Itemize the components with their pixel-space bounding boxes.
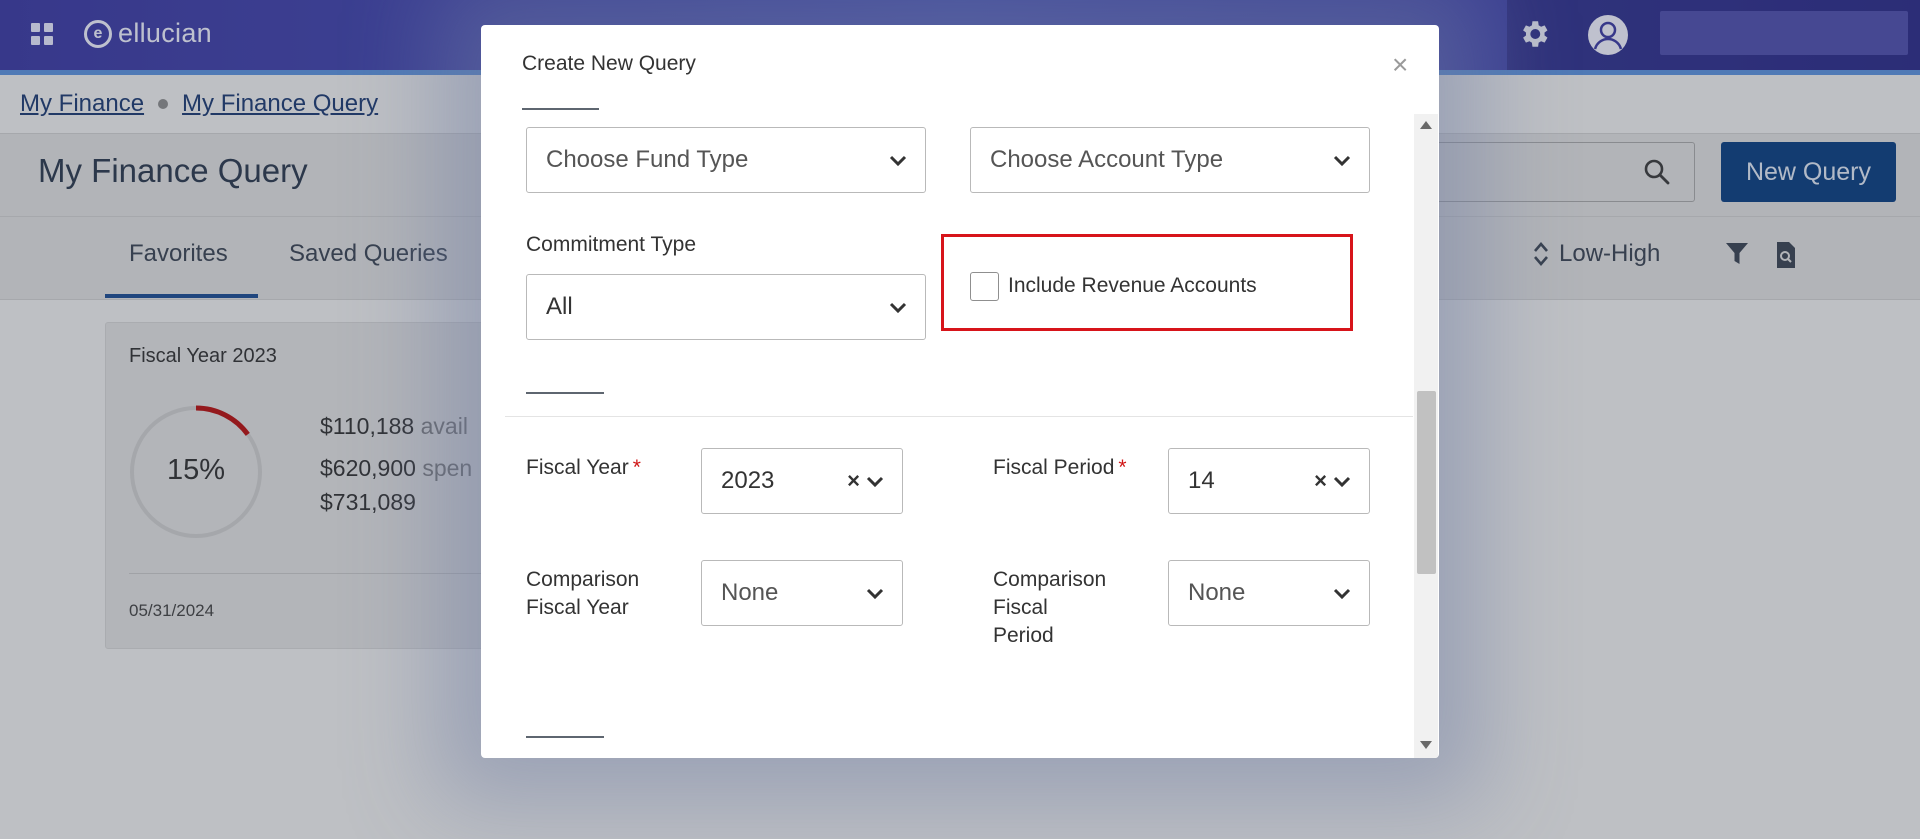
fiscal-year-select[interactable]: 2023 × (701, 448, 903, 514)
comparison-fiscal-year-value: None (721, 579, 779, 606)
fund-type-select[interactable]: Choose Fund Type (526, 127, 926, 193)
fiscal-year-value: 2023 (721, 467, 775, 494)
required-marker: * (632, 456, 641, 479)
scroll-up-arrow-icon[interactable] (1420, 121, 1432, 129)
comparison-fiscal-year-select[interactable]: None (701, 560, 903, 626)
fiscal-year-label: Fiscal Year * (526, 454, 641, 482)
modal-title: Create New Query (522, 52, 696, 75)
comparison-fiscal-period-label: Comparison Fiscal Period (993, 566, 1106, 650)
clear-icon[interactable]: × (847, 468, 860, 494)
section-rule (522, 108, 599, 110)
include-revenue-label[interactable]: Include Revenue Accounts (1008, 274, 1257, 298)
commitment-type-label: Commitment Type (526, 233, 696, 256)
account-type-select[interactable]: Choose Account Type (970, 127, 1370, 193)
comparison-fiscal-period-label-line3: Period (993, 624, 1054, 647)
fund-type-placeholder: Choose Fund Type (546, 146, 749, 173)
scroll-down-arrow-icon[interactable] (1420, 741, 1432, 749)
comparison-fiscal-period-label-line2: Fiscal (993, 596, 1048, 619)
fiscal-period-value: 14 (1188, 467, 1215, 494)
chevron-down-icon (889, 155, 907, 167)
required-marker: * (1118, 456, 1127, 479)
fiscal-year-label-text: Fiscal Year (526, 456, 629, 479)
chevron-down-icon (866, 476, 884, 488)
chevron-down-icon (1333, 155, 1351, 167)
fiscal-period-select[interactable]: 14 × (1168, 448, 1370, 514)
fiscal-period-label-text: Fiscal Period (993, 456, 1115, 479)
chevron-down-icon (889, 302, 907, 314)
chevron-down-icon (866, 588, 884, 600)
create-new-query-modal: Create New Query × Choose Fund Type Choo… (481, 25, 1439, 758)
include-revenue-checkbox[interactable] (970, 272, 999, 301)
comparison-fiscal-year-label-line1: Comparison (526, 568, 640, 591)
chevron-down-icon (1333, 588, 1351, 600)
scrollbar-thumb[interactable] (1417, 391, 1436, 574)
clear-icon[interactable]: × (1314, 468, 1327, 494)
commitment-type-value: All (546, 293, 573, 320)
commitment-type-select[interactable]: All (526, 274, 926, 340)
account-type-placeholder: Choose Account Type (990, 146, 1224, 173)
section-divider (505, 416, 1413, 417)
comparison-fiscal-period-value: None (1188, 579, 1246, 606)
section-rule (526, 392, 604, 394)
comparison-fiscal-period-label-line1: Comparison (993, 568, 1107, 591)
fiscal-period-label: Fiscal Period * (993, 454, 1127, 482)
close-icon[interactable]: × (1392, 51, 1408, 79)
comparison-fiscal-period-select[interactable]: None (1168, 560, 1370, 626)
chevron-down-icon (1333, 476, 1351, 488)
section-rule (526, 736, 604, 738)
comparison-fiscal-year-label-line2: Fiscal Year (526, 596, 629, 619)
comparison-fiscal-year-label: Comparison Fiscal Year (526, 566, 639, 622)
